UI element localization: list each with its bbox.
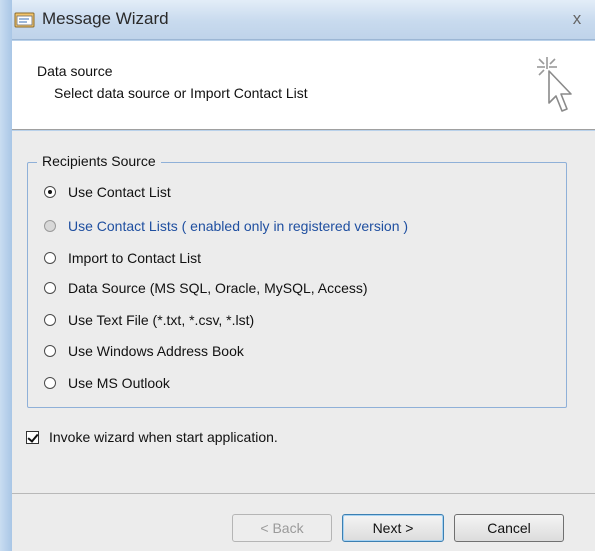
radio-button — [44, 220, 56, 232]
option-label: Use Contact Lists ( enabled only in regi… — [68, 218, 409, 234]
next-button[interactable]: Next > — [342, 514, 444, 542]
option-data-source[interactable]: Data Source (MS SQL, Oracle, MySQL, Acce… — [44, 278, 368, 298]
radio-button[interactable] — [44, 282, 56, 294]
option-label: Import to Contact List — [68, 250, 202, 266]
radio-button[interactable] — [44, 252, 56, 264]
option-label: Data Source (MS SQL, Oracle, MySQL, Acce… — [68, 280, 368, 296]
invoke-wizard-option[interactable]: Invoke wizard when start application. — [26, 427, 278, 447]
wizard-body: Recipients Source Use Contact List Use C… — [12, 131, 595, 493]
cancel-button[interactable]: Cancel — [454, 514, 564, 542]
option-use-text-file[interactable]: Use Text File (*.txt, *.csv, *.lst) — [44, 310, 254, 330]
window-frame-left — [0, 0, 12, 551]
invoke-wizard-label: Invoke wizard when start application. — [49, 429, 278, 445]
radio-button[interactable] — [44, 345, 56, 357]
option-label: Use Windows Address Book — [68, 343, 244, 359]
radio-button[interactable] — [44, 377, 56, 389]
window-title: Message Wizard — [42, 9, 169, 28]
title-bar[interactable]: Message Wizard x — [12, 0, 595, 40]
option-import-to-contact-list[interactable]: Import to Contact List — [44, 248, 201, 268]
option-use-windows-address-book[interactable]: Use Windows Address Book — [44, 341, 244, 361]
invoke-wizard-checkbox[interactable] — [26, 430, 39, 444]
option-label: Use Contact List — [68, 184, 171, 200]
option-label: Use Text File (*.txt, *.csv, *.lst) — [68, 312, 255, 328]
step-title: Data source — [37, 63, 113, 79]
message-app-icon — [14, 11, 36, 29]
option-use-contact-lists: Use Contact Lists ( enabled only in regi… — [44, 216, 408, 236]
group-legend: Recipients Source — [37, 153, 161, 169]
back-button[interactable]: < Back — [232, 514, 332, 542]
step-subtitle: Select data source or Import Contact Lis… — [54, 85, 308, 101]
wizard-header: Data source Select data source or Import… — [12, 41, 595, 130]
wizard-cursor-icon — [533, 53, 581, 127]
radio-button[interactable] — [44, 314, 56, 326]
wizard-footer: < Back Next > Cancel — [12, 493, 595, 551]
radio-button[interactable] — [44, 186, 56, 198]
option-use-ms-outlook[interactable]: Use MS Outlook — [44, 373, 170, 393]
option-use-contact-list[interactable]: Use Contact List — [44, 182, 171, 202]
close-button[interactable]: x — [567, 8, 587, 30]
option-label: Use MS Outlook — [68, 375, 170, 391]
